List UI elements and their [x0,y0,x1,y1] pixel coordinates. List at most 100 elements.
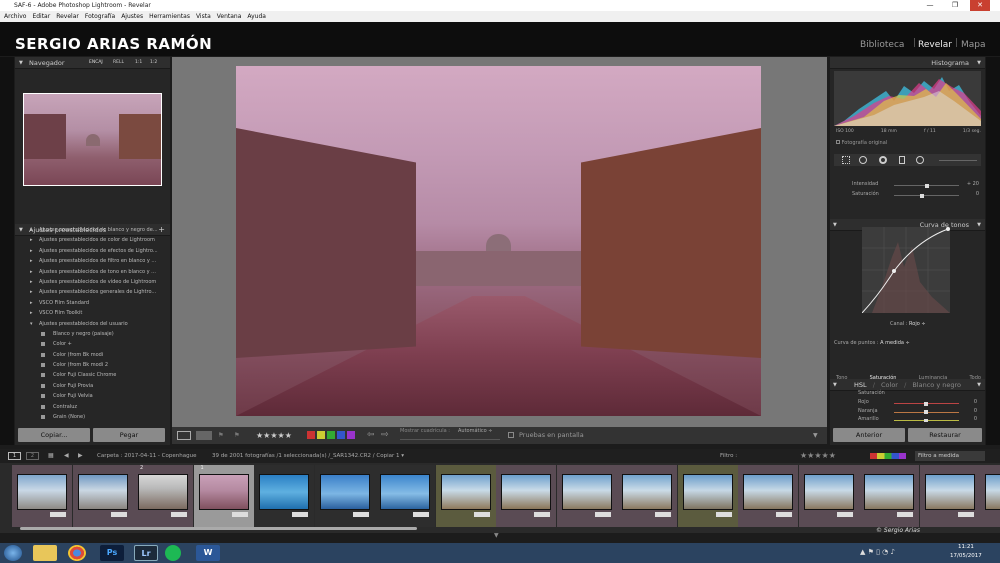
forward-arrow-icon[interactable]: ▶ [78,449,83,463]
slider-value[interactable]: + 20 [967,181,979,187]
filmstrip-thumb[interactable] [798,465,859,527]
star-rating[interactable]: ★★★★★ [256,427,292,444]
menu-revelar[interactable]: Revelar [56,11,79,22]
filmstrip-thumb[interactable] [677,465,738,527]
folder-path[interactable]: Carpeta : 2017-04-11 - Copenhague [97,449,196,463]
compare-view-icon[interactable] [196,431,212,440]
module-mapa[interactable]: Mapa [961,40,986,50]
hsl-row-value[interactable]: 0 [974,408,977,414]
clock-date[interactable]: 17/05/2017 [950,553,982,559]
red-eye-icon[interactable] [879,156,887,164]
zoom-fill[interactable]: RELL [113,57,124,69]
color-label-red[interactable] [307,431,315,439]
filmstrip-thumb[interactable]: 2 [133,465,193,527]
histogram-header[interactable]: Histograma ▼ [830,57,985,69]
curve-channel-dropdown[interactable]: Rojo ÷ [909,321,926,327]
hsl-orange-slider[interactable] [894,410,959,414]
color-label-blue[interactable] [337,431,345,439]
main-photo[interactable] [236,66,761,416]
brush-slider[interactable] [939,160,977,161]
radial-filter-icon[interactable] [916,156,924,164]
checkbox[interactable] [836,140,840,144]
color-label-green[interactable] [327,431,335,439]
filmstrip-thumb[interactable] [12,465,72,527]
page-1-button[interactable]: 1 [8,452,21,460]
photo-count[interactable]: 39 de 2001 fotografías /1 seleccionada(s… [212,449,404,463]
reset-button[interactable]: Restaurar [908,428,982,442]
user-preset-item[interactable]: Grain (None) [15,412,170,422]
flag-pick-icon[interactable]: ⚑ [218,427,224,444]
maximize-button[interactable]: ❐ [945,0,965,11]
subtab-saturacion[interactable]: Saturación [870,375,897,381]
menu-vista[interactable]: Vista [196,11,211,22]
filter-color-labels[interactable] [870,453,906,459]
close-button[interactable]: ✕ [970,0,990,11]
preset-folder[interactable]: ▸ Ajustes preestablecidos de color de Lig… [15,235,170,245]
grid-dropdown[interactable]: Automático ÷ [458,423,492,440]
filmstrip-thumb[interactable] [919,465,980,527]
slider-knob[interactable] [925,183,929,188]
filmstrip-thumb[interactable] [375,465,435,527]
toolbar-menu-icon[interactable]: ▼ [813,427,818,444]
subtab-tono[interactable]: Tono [836,375,848,381]
navigator-preview[interactable] [23,93,162,186]
hsl-yellow-slider[interactable] [894,418,959,422]
filmstrip-scrollbar[interactable] [20,527,417,530]
slider-value[interactable]: 0 [976,191,979,197]
previous-button[interactable]: Anterior [833,428,905,442]
preset-folder[interactable]: ▸ Ajustes preestablecidos de tono en blan… [15,267,170,277]
original-photo-toggle[interactable]: Fotografía original [836,140,887,146]
paste-button[interactable]: Pegar [93,428,165,442]
color-label-purple[interactable] [347,431,355,439]
lightroom-icon[interactable]: Lr [134,545,158,561]
preset-folder[interactable]: ▸ VSCO Film Standard [15,298,170,308]
slider-knob[interactable] [924,401,928,406]
graduated-filter-icon[interactable] [899,156,905,164]
zoom-1-2[interactable]: 1:2 [150,57,157,69]
menu-fotografia[interactable]: Fotografía [85,11,115,22]
crop-icon[interactable] [842,156,850,164]
tab-color[interactable]: Color [881,381,898,389]
slider-knob[interactable] [924,410,928,414]
prev-arrow-icon[interactable]: ⇦ [367,427,375,444]
filmstrip-thumb-selected[interactable]: 1 [193,465,254,527]
user-preset-item[interactable]: Color Fuji Provia [15,381,170,391]
point-curve-dropdown[interactable]: A medida ÷ [880,340,910,346]
bottom-panel-toggle-icon[interactable]: ▼ [494,532,499,539]
module-biblioteca[interactable]: Biblioteca [860,40,904,50]
histogram[interactable] [834,71,981,126]
user-preset-item[interactable]: Color Fuji Classic Chrome [15,370,170,380]
user-preset-item[interactable]: Color (from Bk modi [15,350,170,360]
hsl-row-value[interactable]: 0 [974,416,977,422]
filmstrip-thumb[interactable] [617,465,677,527]
spotify-icon[interactable] [165,545,181,561]
loupe-view-icon[interactable] [177,431,191,440]
user-preset-item[interactable]: Color + [15,339,170,349]
clock-time[interactable]: 11:21 [958,544,974,550]
filmstrip-thumb[interactable] [859,465,919,527]
menu-archivo[interactable]: Archivo [4,11,26,22]
filmstrip-thumb[interactable] [738,465,798,527]
user-preset-item[interactable]: Blanco y negro (paisaje) [15,329,170,339]
filmstrip-thumb[interactable] [435,465,496,527]
menu-editar[interactable]: Editar [32,11,50,22]
filmstrip-thumb[interactable] [72,465,133,527]
preset-folder[interactable]: ▸ Ajustes preestablecidos de blanco y neg… [15,225,170,235]
filter-stars[interactable]: ★★★★★ [800,449,836,463]
back-arrow-icon[interactable]: ◀ [64,449,69,463]
navigator-header[interactable]: ▼ Navegador ENCAJ RELL 1:1 1:2 [15,57,170,69]
grid-view-icon[interactable]: ▦ [48,449,54,463]
slider-knob[interactable] [920,193,924,198]
slider-knob[interactable] [924,418,928,422]
zoom-fit[interactable]: ENCAJ [89,57,103,69]
photoshop-icon[interactable]: Ps [100,545,124,561]
next-arrow-icon[interactable]: ⇨ [381,427,389,444]
tab-bw[interactable]: Blanco y negro [912,381,961,389]
filmstrip-thumb[interactable] [314,465,375,527]
saturation-slider[interactable] [894,193,959,198]
page-2-button[interactable]: 2 [26,452,39,460]
user-preset-item[interactable]: Color Fuji Velvia [15,391,170,401]
minimize-button[interactable]: — [920,0,940,11]
preset-folder[interactable]: ▸ VSCO Film Toolkit [15,308,170,318]
user-preset-item[interactable]: Color (from Bk modi 2 [15,360,170,370]
